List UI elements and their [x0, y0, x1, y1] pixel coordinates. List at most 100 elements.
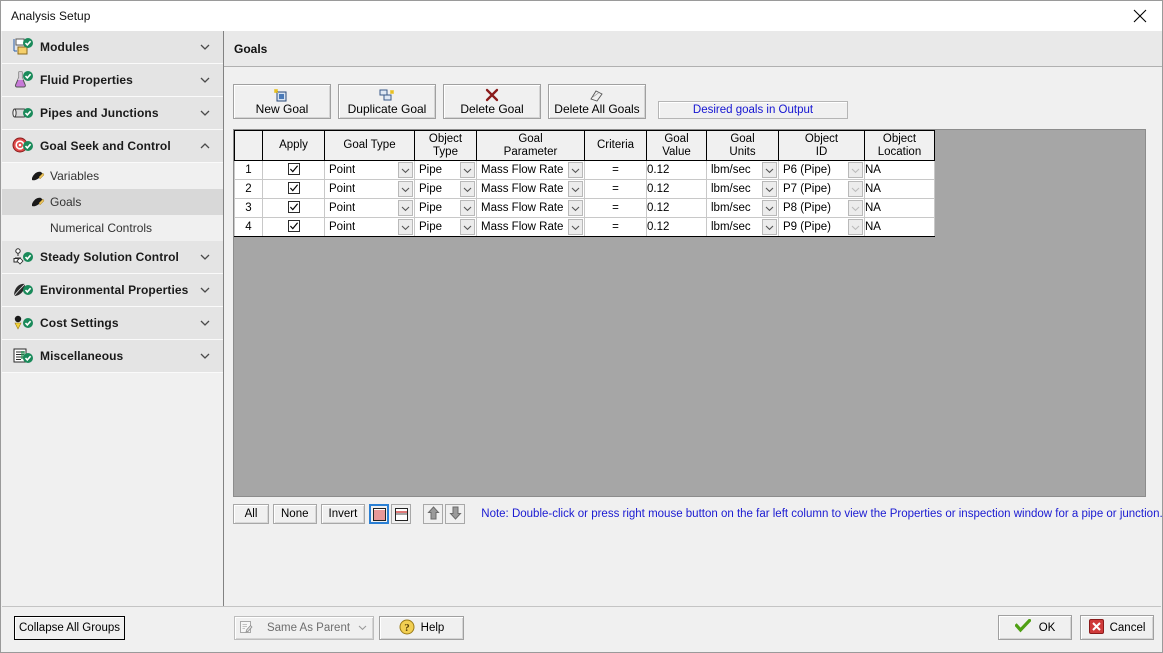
header-goal-units[interactable]: GoalUnits	[707, 131, 779, 161]
chevron-down-icon[interactable]	[762, 200, 777, 216]
chevron-down-icon[interactable]	[398, 200, 413, 216]
object-type-cell[interactable]: Pipe	[415, 180, 477, 199]
table-row[interactable]: 1 Point Pipe	[235, 161, 935, 180]
sidebar-item-variables[interactable]: Variables	[2, 163, 223, 189]
goal-parameter-cell[interactable]: Mass Flow Rate	[477, 218, 585, 237]
goal-parameter-cell[interactable]: Mass Flow Rate	[477, 161, 585, 180]
chevron-down-icon[interactable]	[848, 181, 863, 197]
chevron-up-icon[interactable]	[199, 140, 211, 152]
object-location-cell[interactable]: NA	[865, 161, 935, 180]
move-down-button[interactable]	[445, 504, 465, 524]
single-view-icon[interactable]	[391, 504, 411, 524]
select-none-button[interactable]: None	[273, 504, 317, 524]
desired-goals-in-output-button[interactable]: Desired goals in Output	[658, 101, 848, 119]
chevron-down-icon[interactable]	[762, 162, 777, 178]
goal-type-cell[interactable]: Point	[325, 199, 415, 218]
chevron-down-icon[interactable]	[568, 219, 583, 235]
chevron-down-icon[interactable]	[199, 251, 211, 263]
table-row[interactable]: 4 Point Pipe	[235, 218, 935, 237]
chevron-down-icon[interactable]	[460, 219, 475, 235]
goal-type-cell[interactable]: Point	[325, 180, 415, 199]
object-id-cell[interactable]: P9 (Pipe)	[779, 218, 865, 237]
criteria-cell[interactable]: =	[585, 161, 647, 180]
header-apply[interactable]: Apply	[263, 131, 325, 161]
criteria-cell[interactable]: =	[585, 199, 647, 218]
sidebar-group-pipes-and-junctions[interactable]: Pipes and Junctions	[2, 97, 223, 130]
goal-units-cell[interactable]: lbm/sec	[707, 161, 779, 180]
header-criteria[interactable]: Criteria	[585, 131, 647, 161]
object-id-cell[interactable]: P7 (Pipe)	[779, 180, 865, 199]
sidebar-group-environmental-properties[interactable]: Environmental Properties	[2, 274, 223, 307]
goal-units-cell[interactable]: lbm/sec	[707, 199, 779, 218]
sidebar-group-fluid-properties[interactable]: Fluid Properties	[2, 64, 223, 97]
chevron-down-icon[interactable]	[199, 41, 211, 53]
object-id-cell[interactable]: P6 (Pipe)	[779, 161, 865, 180]
goal-units-cell[interactable]: lbm/sec	[707, 218, 779, 237]
new-goal-button[interactable]: New Goal	[233, 84, 331, 119]
help-button[interactable]: ? Help	[379, 616, 464, 640]
collapse-all-groups-button[interactable]: Collapse All Groups	[14, 616, 125, 640]
table-row[interactable]: 2 Point Pipe	[235, 180, 935, 199]
sidebar-group-steady-solution-control[interactable]: Steady Solution Control	[2, 241, 223, 274]
object-location-cell[interactable]: NA	[865, 199, 935, 218]
chevron-down-icon[interactable]	[358, 622, 367, 634]
chevron-down-icon[interactable]	[762, 181, 777, 197]
chevron-down-icon[interactable]	[568, 181, 583, 197]
row-number[interactable]: 1	[235, 161, 263, 180]
criteria-cell[interactable]: =	[585, 180, 647, 199]
sidebar-item-goals[interactable]: Goals	[2, 189, 223, 215]
chevron-down-icon[interactable]	[398, 181, 413, 197]
chevron-down-icon[interactable]	[460, 162, 475, 178]
delete-goal-button[interactable]: Delete Goal	[443, 84, 541, 119]
criteria-cell[interactable]: =	[585, 218, 647, 237]
goal-value-cell[interactable]: 0.12	[647, 199, 707, 218]
chevron-down-icon[interactable]	[568, 162, 583, 178]
header-goal-value[interactable]: GoalValue	[647, 131, 707, 161]
sidebar-item-numerical-controls[interactable]: Numerical Controls	[2, 215, 223, 241]
header-object-location[interactable]: ObjectLocation	[865, 131, 935, 161]
apply-checkbox-cell[interactable]	[263, 161, 325, 180]
chevron-down-icon[interactable]	[848, 162, 863, 178]
header-goal-type[interactable]: Goal Type	[325, 131, 415, 161]
same-as-parent-dropdown[interactable]: Same As Parent	[234, 616, 374, 640]
chevron-down-icon[interactable]	[199, 350, 211, 362]
apply-checkbox[interactable]	[288, 182, 300, 194]
apply-checkbox-cell[interactable]	[263, 199, 325, 218]
chevron-down-icon[interactable]	[762, 219, 777, 235]
ok-button[interactable]: OK	[998, 615, 1072, 640]
goal-type-cell[interactable]: Point	[325, 218, 415, 237]
goal-units-cell[interactable]: lbm/sec	[707, 180, 779, 199]
object-location-cell[interactable]: NA	[865, 180, 935, 199]
goal-type-cell[interactable]: Point	[325, 161, 415, 180]
row-number[interactable]: 4	[235, 218, 263, 237]
apply-checkbox[interactable]	[288, 220, 300, 232]
chevron-down-icon[interactable]	[398, 219, 413, 235]
chevron-down-icon[interactable]	[848, 200, 863, 216]
chevron-down-icon[interactable]	[460, 200, 475, 216]
sidebar-group-modules[interactable]: Modules	[2, 31, 223, 64]
select-all-button[interactable]: All	[233, 504, 269, 524]
delete-all-goals-button[interactable]: Delete All Goals	[548, 84, 646, 119]
chevron-down-icon[interactable]	[568, 200, 583, 216]
object-type-cell[interactable]: Pipe	[415, 161, 477, 180]
row-number[interactable]: 3	[235, 199, 263, 218]
close-icon[interactable]	[1118, 1, 1162, 30]
cancel-button[interactable]: Cancel	[1080, 615, 1154, 640]
sidebar-group-goal-seek-and-control[interactable]: Goal Seek and Control	[2, 130, 223, 163]
duplicate-goal-button[interactable]: Duplicate Goal	[338, 84, 436, 119]
apply-checkbox[interactable]	[288, 201, 300, 213]
sidebar-group-cost-settings[interactable]: Cost Settings	[2, 307, 223, 340]
chevron-down-icon[interactable]	[848, 219, 863, 235]
sidebar-group-miscellaneous[interactable]: Miscellaneous	[2, 340, 223, 373]
goal-parameter-cell[interactable]: Mass Flow Rate	[477, 199, 585, 218]
rows-view-icon[interactable]	[369, 504, 389, 524]
goal-parameter-cell[interactable]: Mass Flow Rate	[477, 180, 585, 199]
row-number[interactable]: 2	[235, 180, 263, 199]
header-object-type[interactable]: ObjectType	[415, 131, 477, 161]
invert-selection-button[interactable]: Invert	[321, 504, 366, 524]
object-type-cell[interactable]: Pipe	[415, 218, 477, 237]
table-row[interactable]: 3 Point Pipe	[235, 199, 935, 218]
apply-checkbox[interactable]	[288, 163, 300, 175]
object-location-cell[interactable]: NA	[865, 218, 935, 237]
move-up-button[interactable]	[423, 504, 443, 524]
